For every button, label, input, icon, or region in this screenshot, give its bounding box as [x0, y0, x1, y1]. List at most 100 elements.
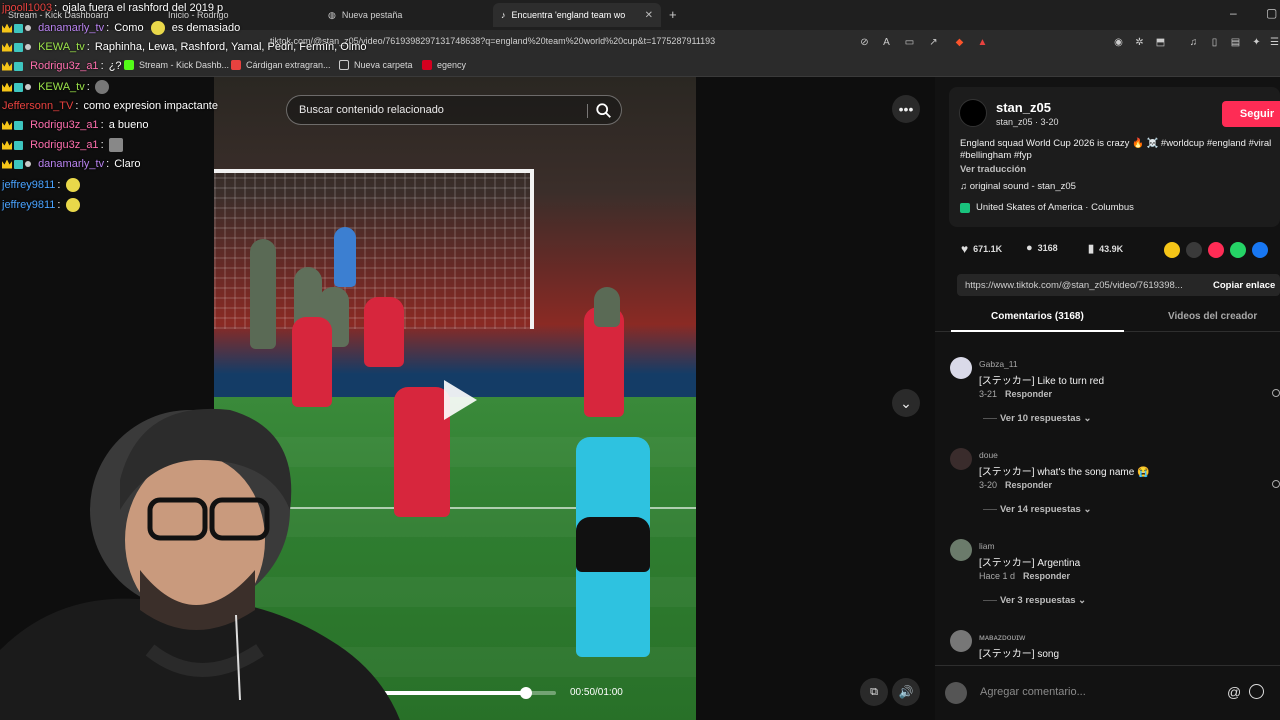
search-input[interactable]: Buscar contenido relacionado [299, 104, 444, 116]
leo-icon[interactable]: ✦ [1250, 36, 1263, 49]
reply-button[interactable]: Responder [1005, 480, 1052, 490]
tab-comments[interactable]: Comentarios (3168) [991, 311, 1084, 322]
repost-icon[interactable] [1164, 242, 1180, 258]
comment-input[interactable]: Agregar comentario... [980, 686, 1086, 698]
progress-handle[interactable] [520, 687, 533, 699]
emote-icon [108, 138, 123, 152]
emote-icon [65, 198, 80, 212]
comment-icon: ● [1026, 242, 1033, 254]
chat-text: Raphinha, Lewa, Rashford, Yamal, Pedri, … [94, 41, 367, 53]
view-replies-button[interactable]: Ver 3 respuestas ⌄ [1000, 595, 1086, 606]
video-info-card: stan_z05 stan_z05 · 3-20 Seguir England … [949, 87, 1280, 227]
player-red [292, 317, 332, 407]
rewards-icon[interactable]: ▲ [976, 36, 989, 49]
comment-username[interactable]: doue [979, 450, 998, 460]
sidebar-icon[interactable]: ▯ [1208, 36, 1221, 49]
save-button[interactable]: ▮ 43.9K [1088, 242, 1123, 255]
location-icon [960, 202, 970, 213]
volume-button[interactable]: 🔊 [892, 678, 920, 706]
play-icon[interactable] [440, 377, 480, 423]
view-replies-button[interactable]: Ver 10 respuestas ⌄ [1000, 413, 1091, 424]
comment-username[interactable]: Gabza_11 [979, 359, 1018, 369]
comment-item: ᴍᴀʙᴀᴢᴅᴏᴜɪᴡ [ステッカー] song [950, 630, 1280, 664]
chat-text: como expresion impactante [83, 100, 218, 112]
new-tab-icon[interactable]: + [669, 7, 677, 22]
reply-button[interactable]: Responder [1023, 571, 1070, 581]
video-link[interactable]: https://www.tiktok.com/@stan_z05/video/7… [965, 280, 1183, 291]
share-icon[interactable]: ↗ [927, 36, 940, 49]
comment-username[interactable]: ᴍᴀʙᴀᴢᴅᴏᴜɪᴡ [979, 632, 1025, 642]
related-search-box[interactable]: Buscar contenido relacionado [286, 95, 622, 125]
translate-icon[interactable]: A [880, 36, 893, 49]
facebook-icon[interactable] [1252, 242, 1268, 258]
avatar[interactable] [950, 357, 972, 379]
player-red [364, 297, 404, 367]
comment-button[interactable]: ● 3168 [1026, 242, 1058, 254]
chat-username: Rodrigu3z_a1 [30, 139, 99, 151]
crown-icon [2, 82, 12, 92]
translate-link[interactable]: Ver traducción [960, 164, 1026, 175]
view-replies-button[interactable]: Ver 14 respuestas ⌄ [1000, 504, 1091, 515]
creator-username[interactable]: stan_z05 [996, 100, 1051, 115]
emoji-icon[interactable] [1249, 684, 1264, 699]
avatar[interactable] [959, 99, 987, 127]
comment-username[interactable]: liam [979, 541, 995, 551]
like-button[interactable]: ♥ 671.1K [961, 242, 1002, 256]
crown-icon [2, 120, 12, 130]
minimize-icon[interactable]: – [1230, 6, 1237, 20]
bookmark-folder[interactable]: Nueva carpeta [339, 60, 413, 70]
eye-off-icon[interactable]: ⊘ [858, 36, 871, 49]
heart-icon[interactable] [1272, 389, 1280, 397]
reply-button[interactable]: Responder [1005, 389, 1052, 399]
screen-icon[interactable]: ▭ [903, 36, 916, 49]
tab-new-tab[interactable]: ◍ Nueva pestaña [320, 3, 490, 27]
video-details-panel: stan_z05 stan_z05 · 3-20 Seguir England … [935, 77, 1280, 720]
close-tab-icon[interactable]: ✕ [645, 10, 653, 21]
timecode: 00:50/01:00 [570, 687, 623, 698]
download-icon[interactable]: ⬒ [1154, 36, 1167, 49]
bookmark-cardigan[interactable]: Cárdigan extragran... [231, 60, 331, 70]
mini-player-button[interactable]: ⧉ [860, 678, 888, 706]
chat-username: Rodrigu3z_a1 [30, 60, 99, 72]
tab-tiktok-search[interactable]: ♪ Encuentra 'england team wo ✕ [493, 3, 661, 27]
divider [587, 104, 588, 118]
whatsapp-icon[interactable] [1230, 242, 1246, 258]
music-icon[interactable]: ♫ [1187, 36, 1200, 49]
chat-text: ojala fuera el rashford del 2019 p [62, 2, 224, 14]
chat-username: KEWA_tv [38, 41, 85, 53]
send-icon[interactable] [1208, 242, 1224, 258]
chat-text: ¿? [108, 60, 122, 72]
bookmark-kick[interactable]: Stream - Kick Dashb... [124, 60, 229, 70]
tab-creator-videos[interactable]: Videos del creador [1168, 311, 1257, 322]
badge-icon [25, 84, 31, 90]
sound-link[interactable]: ♫ original sound - stan_z05 [960, 181, 1076, 192]
more-options-button[interactable]: ••• [892, 95, 920, 123]
kick-icon [124, 60, 134, 70]
maximize-icon[interactable]: ▢ [1266, 6, 1277, 20]
search-icon[interactable] [595, 102, 613, 120]
save-count: 43.9K [1099, 243, 1124, 254]
next-video-button[interactable]: ⌄ [892, 389, 920, 417]
badge-icon [25, 161, 31, 167]
avatar[interactable] [950, 448, 972, 470]
emote-icon [65, 178, 80, 192]
crown-icon [2, 140, 12, 150]
menu-icon[interactable]: ☰ [1268, 36, 1280, 49]
avatar[interactable] [950, 630, 972, 652]
brave-shield-icon[interactable]: ◆ [953, 36, 966, 49]
heart-icon[interactable] [1272, 480, 1280, 488]
chevron-down-icon: ⌄ [900, 394, 912, 411]
embed-icon[interactable] [1186, 242, 1202, 258]
wallet-icon[interactable]: ▤ [1229, 36, 1242, 49]
chat-message: KEWA_tv: Raphinha, Lewa, Rashford, Yamal… [2, 41, 367, 53]
location-link[interactable]: United Skates of America · Columbus [960, 202, 1134, 213]
mention-icon[interactable]: @ [1227, 684, 1241, 700]
comment-date: Hace 1 d [979, 571, 1016, 581]
chat-message: KEWA_tv: [2, 80, 109, 94]
copy-link-button[interactable]: Copiar enlace [1213, 280, 1275, 291]
puzzle-icon[interactable]: ✲ [1133, 36, 1146, 49]
bookmark-egency[interactable]: egency [422, 60, 466, 70]
avatar[interactable] [950, 539, 972, 561]
follow-button[interactable]: Seguir [1222, 101, 1280, 127]
extension-icon[interactable]: ◉ [1112, 36, 1125, 49]
